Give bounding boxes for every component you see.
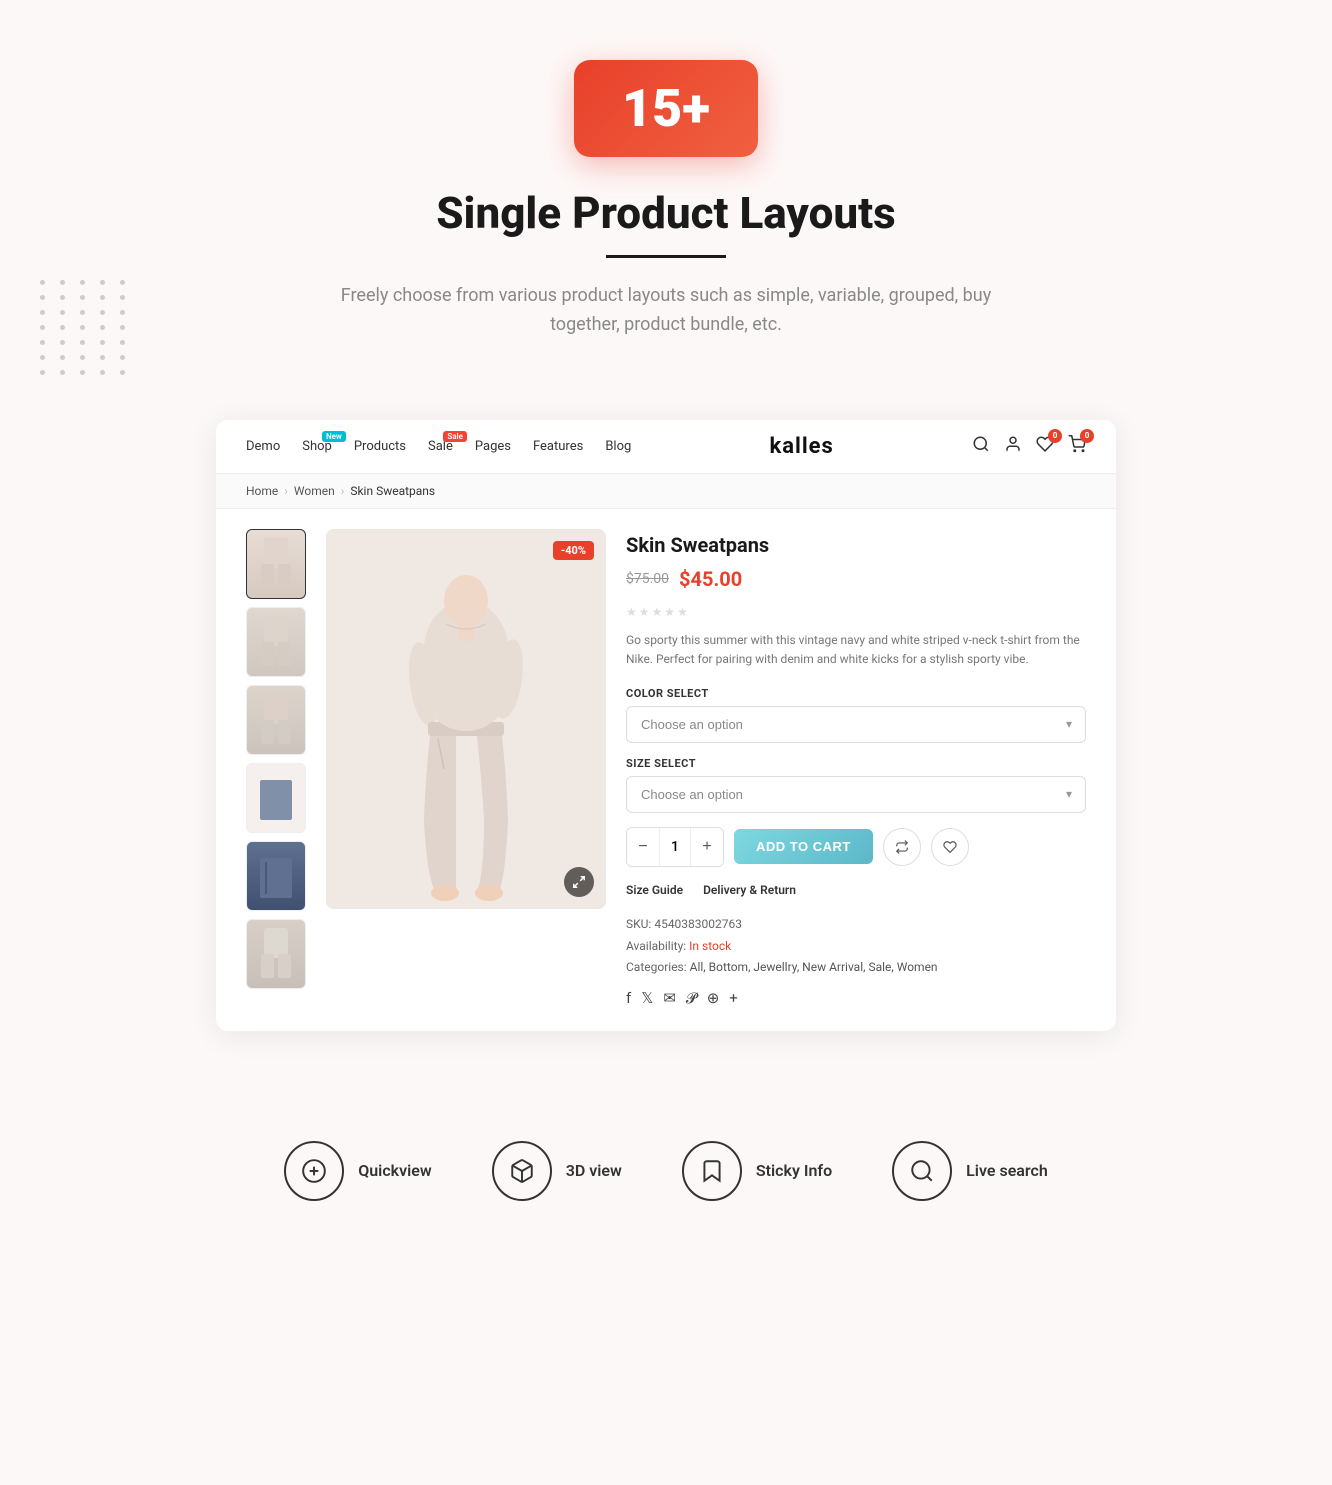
delivery-return-link[interactable]: Delivery & Return [703,883,796,898]
expand-button[interactable] [564,867,594,897]
quantity-control: − 1 + [626,827,724,867]
quickview-label: Quickview [358,1161,432,1180]
availability-row: Availability: In stock [626,936,1086,958]
pinterest-share-icon[interactable]: 𝓟 [686,989,697,1007]
quantity-increase-button[interactable]: + [691,828,723,866]
breadcrumb: Home › Women › Skin Sweatpans [216,474,1116,509]
price-row: $75.00 $45.00 [626,567,1086,591]
breadcrumb-product: Skin Sweatpans [350,484,435,498]
sticky-info-icon [682,1141,742,1201]
nav-item-shop[interactable]: Shop New [302,439,332,454]
nav-item-blog[interactable]: Blog [605,439,631,454]
nav-links: Demo Shop New Products Sale Sale Pages F… [246,439,631,454]
facebook-share-icon[interactable]: f [626,989,631,1007]
size-select-wrapper: Choose an option XS S M L XL ▾ [626,776,1086,813]
thumbnail-4[interactable] [246,763,306,833]
availability-value: In stock [689,939,731,953]
size-guide-row: Size Guide Delivery & Return [626,883,1086,898]
sku-row: SKU: 4540383002763 [626,914,1086,936]
product-figure-svg [326,529,606,909]
nav-item-sale[interactable]: Sale Sale [428,439,453,454]
product-title: Skin Sweatpans [626,533,1086,557]
sku-label: SKU: [626,917,651,931]
discount-badge: -40% [553,541,594,560]
thumbnail-2[interactable] [246,607,306,677]
compare-button[interactable] [883,828,921,866]
cart-count: 0 [1080,429,1094,443]
main-product-image: -40% [326,529,606,909]
nav-item-features[interactable]: Features [533,439,583,454]
sale-price: $45.00 [679,567,742,591]
size-guide-link[interactable]: Size Guide [626,883,683,898]
availability-label: Availability: [626,939,686,953]
categories-label: Categories: [626,960,687,974]
feature-quickview: Quickview [284,1141,432,1201]
feature-3dview: 3D view [492,1141,622,1201]
thumbnail-5[interactable] [246,841,306,911]
more-share-icon[interactable]: + [729,989,738,1007]
live-search-icon [892,1141,952,1201]
cart-icon-btn[interactable]: 0 [1068,435,1086,458]
feature-sticky-info: Sticky Info [682,1141,832,1201]
breadcrumb-home[interactable]: Home [246,484,278,498]
thumbnail-1[interactable] [246,529,306,599]
nav-item-pages[interactable]: Pages [475,439,511,454]
product-description: Go sporty this summer with this vintage … [626,631,1086,669]
product-layout: -40% [216,509,1116,1031]
shop-badge: New [322,431,346,442]
sale-badge: Sale [443,431,467,442]
3dview-icon [492,1141,552,1201]
product-meta: SKU: 4540383002763 Availability: In stoc… [626,914,1086,979]
size-select-label: SIZE SELECT [626,757,1086,770]
thumbnail-6[interactable] [246,919,306,989]
user-icon-btn[interactable] [1004,435,1022,458]
messenger-share-icon[interactable]: ⊕ [707,989,720,1007]
hero-title: Single Product Layouts [20,187,1312,239]
nav-item-products[interactable]: Products [354,439,406,454]
add-to-cart-button[interactable]: ADD TO CART [734,829,873,864]
email-share-icon[interactable]: ✉ [663,989,676,1007]
categories-value: All, Bottom, Jewellry, New Arrival, Sale… [690,960,938,974]
product-thumbnails [246,529,306,1011]
twitter-share-icon[interactable]: 𝕏 [641,989,653,1007]
nav-item-demo[interactable]: Demo [246,439,280,454]
sku-value: 4540383002763 [654,917,742,931]
quantity-decrease-button[interactable]: − [627,828,659,866]
hero-section: 15+ Single Product Layouts Freely choose… [0,0,1332,420]
hero-divider [606,255,726,258]
quantity-value: 1 [659,828,691,866]
breadcrumb-category[interactable]: Women [294,484,335,498]
live-search-label: Live search [966,1161,1048,1180]
size-select[interactable]: Choose an option XS S M L XL [626,776,1086,813]
product-card: Demo Shop New Products Sale Sale Pages F… [216,420,1116,1031]
count-badge: 15+ [574,60,758,157]
quickview-icon [284,1141,344,1201]
product-info: Skin Sweatpans $75.00 $45.00 ★ ★ ★ ★ ★ G… [626,529,1086,1011]
search-icon-btn[interactable] [972,435,990,458]
nav-icons: 0 0 [972,435,1086,458]
features-row: Quickview 3D view Sticky Info [0,1091,1332,1261]
cart-row: − 1 + ADD TO CART [626,827,1086,867]
social-share-row: f 𝕏 ✉ 𝓟 ⊕ + [626,989,1086,1007]
original-price: $75.00 [626,571,669,587]
star-rating: ★ ★ ★ ★ ★ [626,605,1086,619]
nav-bar: Demo Shop New Products Sale Sale Pages F… [216,420,1116,474]
3dview-label: 3D view [566,1161,622,1180]
categories-row: Categories: All, Bottom, Jewellry, New A… [626,957,1086,979]
wishlist-count: 0 [1048,429,1062,443]
wishlist-button[interactable] [931,828,969,866]
color-select-wrapper: Choose an option White Black Pink ▾ [626,706,1086,743]
nav-logo: kalles [631,434,972,459]
wishlist-icon-btn[interactable]: 0 [1036,435,1054,458]
sticky-info-label: Sticky Info [756,1161,832,1180]
feature-live-search: Live search [892,1141,1048,1201]
hero-subtitle: Freely choose from various product layou… [326,282,1006,340]
color-select[interactable]: Choose an option White Black Pink [626,706,1086,743]
color-select-label: COLOR SELECT [626,687,1086,700]
thumbnail-3[interactable] [246,685,306,755]
